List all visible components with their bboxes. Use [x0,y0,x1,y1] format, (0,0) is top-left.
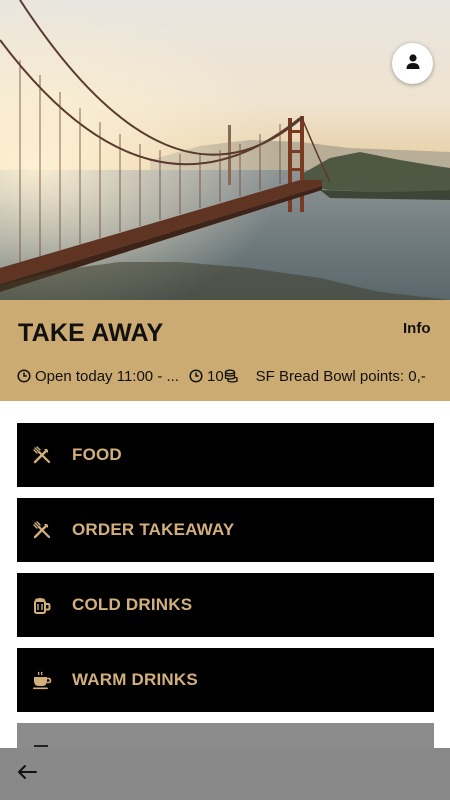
points-balance: SF Bread Bowl points: 0,- [255,367,426,385]
menu-item-label: FOOD [72,445,122,464]
coffee-cup-icon [31,669,53,691]
cutlery-icon [31,519,53,541]
prep-time: 10 [206,367,224,385]
hero-image [0,0,450,300]
menu-item-cold-drinks[interactable]: COLD DRINKS [17,573,434,637]
back-button[interactable] [14,762,40,786]
menu-item-label: COLD DRINKS [72,595,193,614]
page-title: TAKE AWAY [18,319,164,347]
opening-hours: Open today 11:00 - ... [35,367,179,385]
menu-item-partial-icon [34,745,48,747]
store-meta-row: Open today 11:00 - ... 10 SF Bread Bowl … [17,366,450,386]
clock-icon [17,369,31,383]
coins-icon [224,368,240,384]
beer-mug-icon [31,594,53,616]
user-icon [405,53,421,75]
profile-button[interactable] [392,43,433,84]
menu-item-label: ORDER TAKEAWAY [72,520,235,539]
info-button[interactable]: Info [403,320,431,337]
cutlery-icon [31,444,53,466]
menu-item-label: WARM DRINKS [72,670,198,689]
bridge-photo [0,0,450,300]
clock-icon [189,369,203,383]
menu-item-warm-drinks[interactable]: WARM DRINKS [17,648,434,712]
menu-item-food[interactable]: FOOD [17,423,434,487]
arrow-left-icon [17,764,37,785]
menu-item-order-takeaway[interactable]: ORDER TAKEAWAY [17,498,434,562]
bottom-navigation-bar [0,748,450,800]
